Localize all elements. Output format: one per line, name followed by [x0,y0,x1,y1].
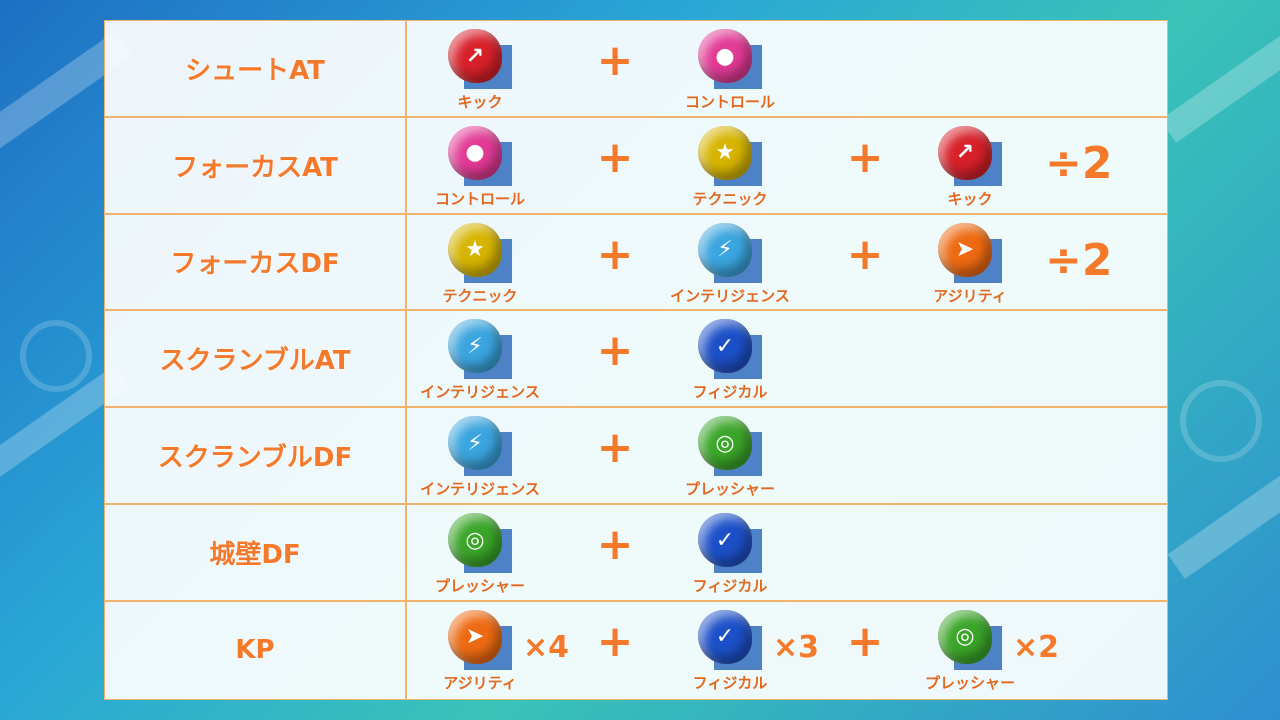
stat-name: フィジカル [692,673,768,692]
stat-name: アジリティ [443,673,517,692]
plus-icon: + [846,615,884,667]
technique-player-icon: ★ [698,125,762,186]
pressure-wave-icon: ◎ [448,513,512,573]
row-label-cell: フォーカスAT [105,117,407,213]
physical-arm-icon: ✓ [698,609,762,670]
stat-item: ↗ キック [895,124,1045,212]
stat-name: テクニック [442,286,518,305]
technique-player-icon: ★ [448,222,512,283]
stat-name: プレッシャー [924,673,1015,692]
agility-runner-icon: ➤ [938,222,1002,283]
row-label: スクランブルDF [157,443,353,474]
agility-runner-icon: ➤ [448,609,512,670]
kick-boot-icon: ↗ [448,29,512,89]
row-label: シュートAT [185,55,325,86]
stat-name: インテリジェンス [420,383,540,402]
stat-item: ✓ フィジカル [655,511,805,599]
plus-icon: + [596,228,634,280]
row-label: フォーカスDF [170,249,340,280]
skill-formula-table: シュートAT ↗ キック + ● コントロール フォーカスAT ● コントロール + ★ テクニック +… [104,20,1168,700]
stat-item: ⚡ インテリジェンス [405,414,555,502]
stat-item: ↗ キック [405,27,555,115]
physical-arm-icon: ✓ [698,513,762,573]
row-label: スクランブルAT [159,346,351,377]
row-label-cell: スクランブルAT [105,311,407,407]
stat-name: インテリジェンス [670,286,790,305]
row-label: 城壁DF [209,539,301,570]
intelligence-bulb-icon: ⚡ [698,222,762,283]
stat-item: ★ テクニック [405,221,555,309]
multiplier: ×4 [523,629,570,665]
plus-icon: + [596,519,634,570]
control-ball-icon: ● [698,29,762,89]
stat-item: ✓ フィジカル [655,317,805,405]
plus-icon: + [596,615,634,667]
row-label: KP [235,635,275,666]
control-ball-icon: ● [448,125,512,186]
stat-item: ● コントロール [405,124,555,212]
stat-name: コントロール [684,93,775,111]
formula-row: スクランブルDF ⚡ インテリジェンス + ◎ プレッシャー [105,408,1167,505]
formula-row: フォーカスDF ★ テクニック + ⚡ インテリジェンス + ➤ アジリティ ÷2 [105,214,1167,312]
plus-icon: + [596,325,634,377]
plus-icon: + [596,131,634,183]
stat-item: ★ テクニック [655,124,805,212]
stat-name: テクニック [692,189,768,208]
stat-name: キック [457,93,503,111]
kick-boot-icon: ↗ [938,125,1002,186]
stat-item: ➤ アジリティ [895,221,1045,309]
row-label-cell: KP [105,601,407,699]
stat-name: フィジカル [692,577,768,595]
stat-name: プレッシャー [434,577,525,595]
stat-name: プレッシャー [684,480,775,499]
stat-name: アジリティ [933,286,1007,305]
stat-item: ● コントロール [655,27,805,115]
formula-row: スクランブルAT ⚡ インテリジェンス + ✓ フィジカル [105,311,1167,409]
divide-by-two: ÷2 [1045,234,1113,286]
plus-icon: + [846,131,884,183]
plus-icon: + [846,228,884,280]
formula-row: シュートAT ↗ キック + ● コントロール [105,21,1167,118]
row-label-cell: シュートAT [105,21,407,116]
row-label-cell: スクランブルDF [105,408,407,503]
pressure-wave-icon: ◎ [698,416,762,477]
stat-name: コントロール [434,189,525,208]
stat-item: ◎ プレッシャー [655,414,805,502]
multiplier: ×3 [773,629,820,665]
formula-row: フォーカスAT ● コントロール + ★ テクニック + ↗ キック ÷2 [105,117,1167,215]
pressure-wave-icon: ◎ [938,609,1002,670]
stat-name: フィジカル [692,383,768,402]
stat-name: キック [947,189,993,208]
stat-item: ⚡ インテリジェンス [405,317,555,405]
plus-icon: + [596,422,634,474]
row-label-cell: 城壁DF [105,505,407,600]
plus-icon: + [596,35,634,86]
intelligence-bulb-icon: ⚡ [448,319,512,380]
stat-item: ⚡ インテリジェンス [655,221,805,309]
row-label: フォーカスAT [172,152,338,183]
stat-item: ◎ プレッシャー [405,511,555,599]
physical-arm-icon: ✓ [698,319,762,380]
intelligence-bulb-icon: ⚡ [448,416,512,477]
formula-row: 城壁DF ◎ プレッシャー + ✓ フィジカル [105,505,1167,602]
multiplier: ×2 [1013,629,1060,665]
row-label-cell: フォーカスDF [105,214,407,310]
formula-row: KP ➤ アジリティ ×4 + ✓ フィジカル ×3 + ◎ プレッシャー ×2 [105,601,1167,699]
stat-name: インテリジェンス [420,480,540,499]
divide-by-two: ÷2 [1045,137,1113,189]
